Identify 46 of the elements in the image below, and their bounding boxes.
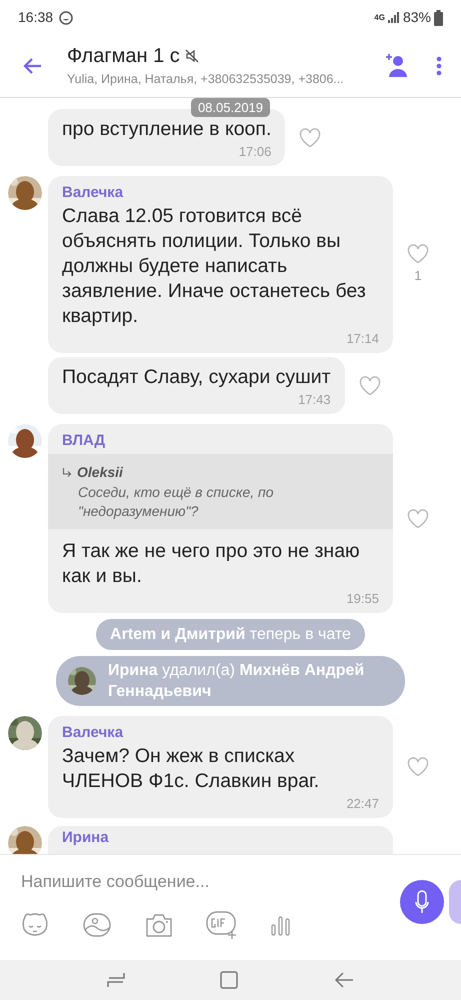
back-icon[interactable] [334, 970, 354, 990]
message-text: Я так же не чего про это не знаю как и вы. [61, 539, 361, 589]
chat-title[interactable]: Флагман 1 с [67, 44, 180, 68]
message-time: 22:47 [345, 796, 380, 812]
notice-text: Artem и Дмитрий теперь в чате [110, 625, 351, 645]
emoji-icon [59, 10, 74, 24]
back-arrow-icon[interactable] [22, 57, 42, 75]
more-menu-icon[interactable] [436, 56, 442, 76]
battery-icon [434, 10, 443, 26]
heart-icon[interactable] [407, 244, 429, 264]
date-badge: 08.05.2019 [190, 98, 270, 117]
sender-name: ВЛАД [61, 432, 106, 450]
gif-icon[interactable] [206, 910, 238, 940]
like-count: 1 [414, 266, 422, 285]
message-text: Зачем? Он жеж в списках ЧЛЕНОВ Ф1с. Славкин враг. [61, 744, 320, 794]
heart-icon[interactable] [299, 128, 322, 148]
sender-name: Валечка [61, 184, 124, 202]
message-text: Слава 12.05 готовится всё объяснять полиции. Только вы должны будете написать заявление. Иначе останетесь без квартир. [61, 204, 367, 329]
battery-percent: 83% [402, 8, 431, 27]
heart-icon[interactable] [358, 376, 381, 396]
network-type: 4G [374, 12, 385, 24]
recent-apps-icon[interactable] [107, 970, 126, 990]
participants-list: Yulia, Ирина, Наталья, +380632535039, +3806... [67, 70, 376, 88]
signal-icon [388, 12, 400, 23]
message-text: Посадят Славу, сухари сушит [61, 365, 332, 390]
sender-name: Ирина [61, 829, 110, 847]
message-time: 17:43 [297, 392, 332, 408]
status-time: 16:38 [18, 8, 54, 27]
quoted-text: Соседи, кто ещё в списке, по "недоразумению"? [77, 483, 275, 521]
gallery-icon[interactable] [82, 911, 112, 939]
microphone-icon [415, 890, 429, 914]
message-input-field[interactable]: Напишите сообщение... [21, 867, 381, 897]
notice-text: Ирина удалил(а) Михнёв Андрей Геннадьевич [108, 661, 366, 702]
send-button[interactable] [449, 880, 461, 924]
quoted-author: Oleksii [77, 463, 123, 482]
microphone-button[interactable] [400, 880, 444, 924]
home-icon[interactable] [219, 970, 240, 990]
heart-icon[interactable] [407, 508, 429, 528]
message-time: 17:06 [238, 144, 272, 160]
heart-icon[interactable] [407, 757, 429, 777]
sender-name: Валечка [61, 724, 124, 742]
reply-arrow-icon [62, 468, 72, 478]
add-participant-icon[interactable] [384, 53, 408, 79]
message-text: про вступление в кооп. [61, 117, 272, 142]
message-time: 17:14 [345, 331, 380, 347]
message-time: 19:55 [345, 591, 380, 607]
